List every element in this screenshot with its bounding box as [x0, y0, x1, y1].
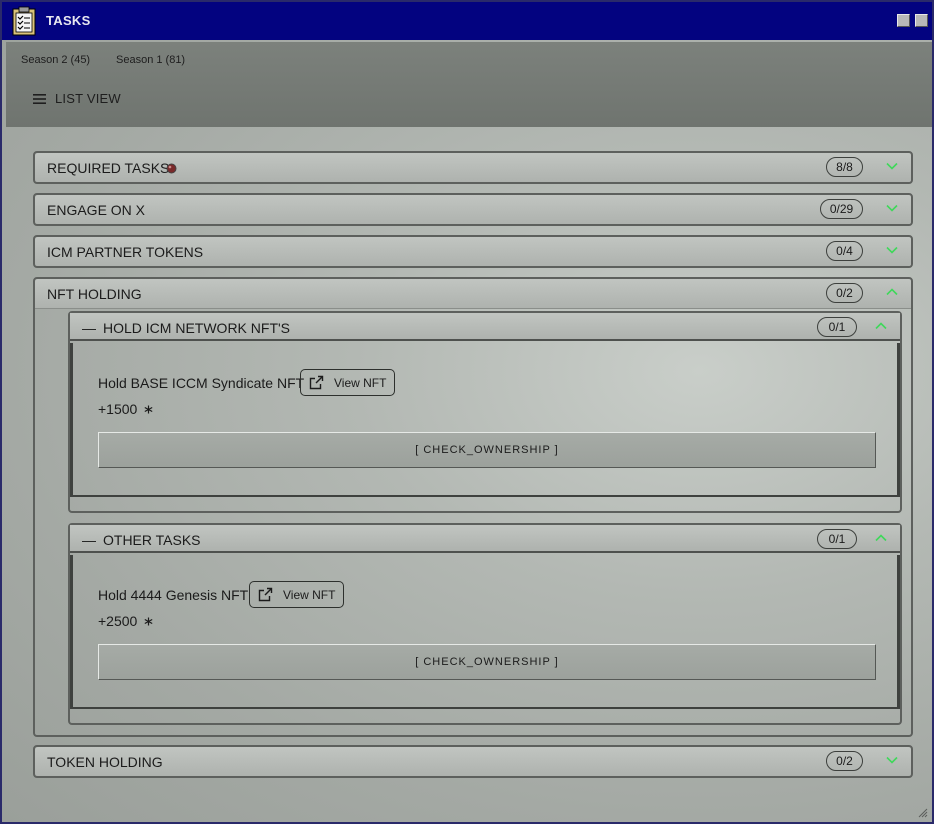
chevron-down-icon[interactable] [885, 201, 899, 215]
view-nft-button[interactable]: View NFT [249, 581, 345, 608]
count-badge: 0/1 [817, 317, 857, 337]
external-link-icon [309, 375, 324, 390]
task-name: Hold BASE ICCM Syndicate NFT [98, 375, 305, 391]
section-header[interactable]: ICM PARTNER TOKENS 0/4 [35, 237, 911, 266]
group-other-tasks: — OTHER TASKS 0/1 Hold 4444 Genesis NFT … [68, 523, 902, 725]
snowflake-icon [144, 405, 153, 414]
task-card: Hold BASE ICCM Syndicate NFT View NFT +1… [70, 343, 900, 497]
external-link-icon [258, 587, 273, 602]
count-badge: 0/1 [817, 529, 857, 549]
collapse-dash: — [82, 532, 96, 548]
section-header[interactable]: NFT HOLDING 0/2 [35, 279, 911, 309]
window-title: TASKS [46, 13, 91, 28]
minimize-button[interactable] [897, 14, 910, 27]
tasks-window: TASKS Season 2 (45) Season 1 (81) LIST V… [0, 0, 934, 824]
section-icm-partner-tokens[interactable]: ICM PARTNER TOKENS 0/4 [33, 235, 913, 268]
count-badge: 0/2 [826, 283, 863, 303]
section-label: REQUIRED TASKS [47, 160, 170, 176]
resize-grip-icon[interactable] [916, 806, 928, 818]
group-hold-icm-network-nfts: — HOLD ICM NETWORK NFT'S 0/1 Hold BASE I… [68, 311, 902, 513]
section-token-holding[interactable]: TOKEN HOLDING 0/2 [33, 745, 913, 778]
count-badge: 0/4 [826, 241, 863, 261]
section-label: NFT HOLDING [47, 286, 142, 302]
chevron-down-icon[interactable] [885, 753, 899, 767]
check-ownership-button[interactable]: [ CHECK_OWNERSHIP ] [98, 644, 876, 680]
task-points: +2500 [98, 613, 153, 629]
snowflake-icon [144, 617, 153, 626]
header-area: Season 2 (45) Season 1 (81) LIST VIEW [6, 42, 932, 127]
maximize-button[interactable] [915, 14, 928, 27]
section-header[interactable]: ENGAGE ON X 0/29 [35, 195, 911, 224]
status-dot-icon [166, 163, 177, 174]
chevron-up-icon[interactable] [874, 319, 888, 333]
tab-season-1[interactable]: Season 1 (81) [116, 54, 185, 66]
check-ownership-button[interactable]: [ CHECK_OWNERSHIP ] [98, 432, 876, 468]
chevron-down-icon[interactable] [885, 243, 899, 257]
section-header[interactable]: REQUIRED TASKS 8/8 [35, 153, 911, 182]
section-label: ENGAGE ON X [47, 202, 146, 218]
collapse-dash: — [82, 320, 96, 336]
section-label: ICM PARTNER TOKENS [47, 244, 204, 260]
view-nft-label: View NFT [283, 587, 336, 602]
count-badge: 8/8 [826, 157, 863, 177]
view-nft-button[interactable]: View NFT [300, 369, 396, 396]
clipboard-icon [12, 6, 36, 36]
chevron-up-icon[interactable] [885, 285, 899, 299]
count-badge: 0/29 [820, 199, 863, 219]
title-bar[interactable]: TASKS [2, 2, 932, 40]
group-label: HOLD ICM NETWORK NFT'S [103, 320, 291, 336]
task-name: Hold 4444 Genesis NFT [98, 587, 249, 603]
section-engage-on-x[interactable]: ENGAGE ON X 0/29 [33, 193, 913, 226]
chevron-down-icon[interactable] [885, 159, 899, 173]
task-points: +1500 [98, 401, 153, 417]
section-label: TOKEN HOLDING [47, 754, 163, 770]
section-header[interactable]: TOKEN HOLDING 0/2 [35, 747, 911, 776]
count-badge: 0/2 [826, 751, 863, 771]
task-card: Hold 4444 Genesis NFT View NFT +2500 [ C… [70, 555, 900, 709]
group-header[interactable]: — HOLD ICM NETWORK NFT'S 0/1 [70, 313, 900, 341]
group-label: OTHER TASKS [103, 532, 201, 548]
group-header[interactable]: — OTHER TASKS 0/1 [70, 525, 900, 553]
chevron-up-icon[interactable] [874, 531, 888, 545]
menu-icon [33, 93, 46, 104]
tab-season-2[interactable]: Season 2 (45) [21, 54, 90, 66]
list-view-toggle[interactable]: LIST VIEW [33, 91, 121, 106]
list-view-label: LIST VIEW [55, 91, 121, 106]
section-required-tasks[interactable]: REQUIRED TASKS 8/8 [33, 151, 913, 184]
view-nft-label: View NFT [334, 375, 387, 390]
